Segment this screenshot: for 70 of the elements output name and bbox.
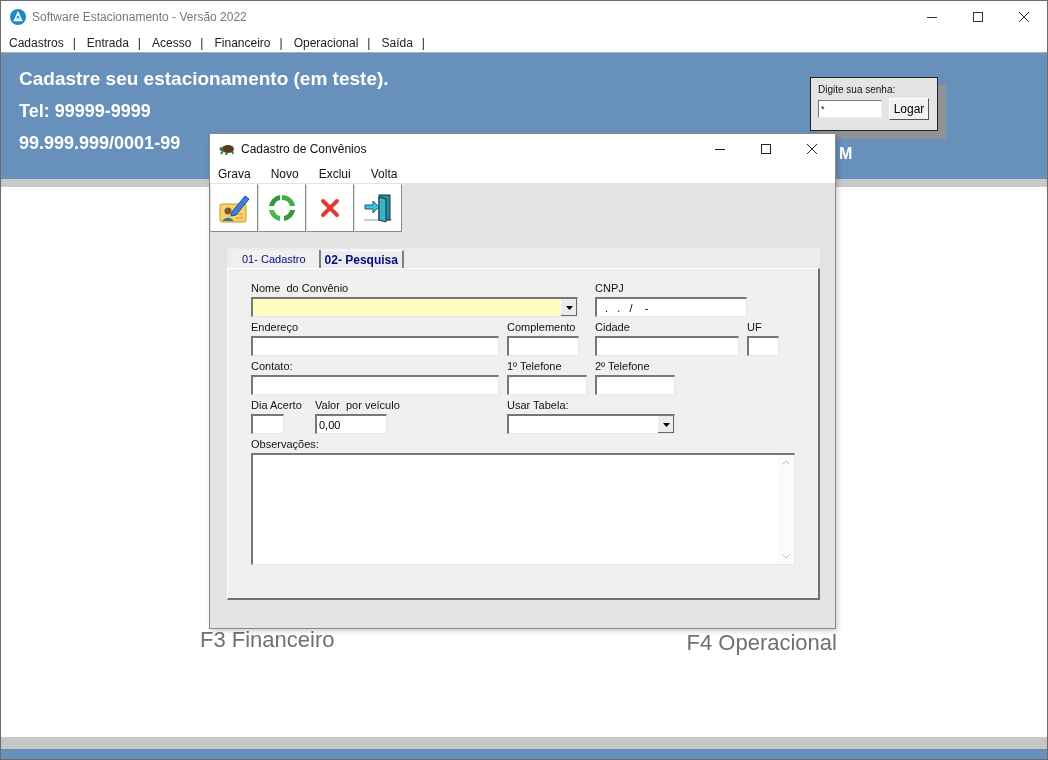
menu-separator: | — [278, 35, 284, 50]
menu-separator: | — [366, 35, 372, 50]
field-label: Nome do Convênio — [251, 281, 349, 295]
text-field[interactable]: . . / - — [595, 297, 747, 317]
caret-icon — [565, 305, 573, 310]
text-field[interactable] — [595, 375, 675, 395]
menu-item[interactable]: Entrada — [86, 35, 129, 50]
text-field[interactable] — [251, 375, 499, 395]
field-label: Endereço — [251, 320, 299, 334]
text-field[interactable] — [747, 336, 779, 356]
field-label: Complemento — [507, 320, 576, 334]
toolbar-button[interactable] — [306, 184, 354, 232]
text-field[interactable] — [507, 336, 579, 356]
text-field[interactable] — [595, 336, 739, 356]
close-icon — [807, 144, 817, 154]
field-label: 2º Telefone — [595, 359, 650, 373]
dialog-title: Cadastro de Convênios — [241, 142, 367, 156]
menu-item[interactable]: Operacional — [293, 35, 359, 50]
dropdown-field[interactable] — [251, 297, 578, 317]
scroll-up-icon — [782, 460, 790, 465]
maximize-icon — [761, 144, 771, 154]
menu-item[interactable]: Volta — [370, 166, 398, 181]
menu-item[interactable]: Novo — [270, 166, 299, 181]
text-field[interactable] — [251, 336, 499, 356]
field-label: Dia Acerto — [251, 398, 302, 412]
password-field[interactable]: * — [818, 100, 882, 118]
door-exit-icon — [362, 192, 394, 224]
field-label: Contato: — [251, 359, 293, 373]
menu-item[interactable]: Financeiro — [214, 35, 271, 50]
login-button[interactable]: Logar — [889, 98, 929, 120]
text-field[interactable]: 0,00 — [315, 414, 387, 434]
field-label: Cidade — [595, 320, 630, 334]
field-label: Observações: — [251, 437, 319, 451]
menu-item[interactable]: Saída — [381, 35, 413, 50]
scroll-down-icon — [782, 554, 790, 559]
menu-item[interactable]: Exclui — [318, 166, 351, 181]
header-text: M — [839, 145, 853, 163]
menu-item[interactable]: Grava — [218, 166, 251, 181]
field-label: Usar Tabela: — [507, 398, 569, 412]
app-logo-icon — [10, 9, 26, 25]
menu-separator: | — [420, 35, 426, 50]
text-area[interactable] — [251, 453, 795, 565]
field-label: Valor por veículo — [315, 398, 400, 412]
header-text: Tel: 99999-9999 — [19, 100, 151, 123]
text-field[interactable] — [507, 375, 587, 395]
menu-separator: | — [199, 35, 205, 50]
toolbar-button[interactable] — [258, 184, 306, 232]
window-title: Software Estacionamento - Versão 2022 — [32, 10, 247, 24]
toolbar-button[interactable] — [354, 184, 402, 232]
header-text: Cadastre seu estacionamento (em teste). — [19, 67, 389, 91]
menu-item[interactable]: Cadastros — [9, 35, 64, 50]
menu-separator: | — [71, 35, 77, 50]
tab[interactable]: 01- Cadastro — [231, 250, 321, 268]
text-field[interactable] — [251, 414, 284, 434]
toolbar-button[interactable] — [210, 184, 258, 232]
maximize-icon — [973, 12, 983, 22]
close-icon — [1019, 12, 1029, 22]
turtle-icon — [219, 143, 235, 155]
field-label: CNPJ — [595, 281, 624, 295]
field-label: 1º Telefone — [507, 359, 562, 373]
scrollbar[interactable] — [778, 455, 794, 564]
field-label: UF — [747, 320, 762, 334]
dropdown-field[interactable] — [507, 414, 675, 434]
header-text: 99.999.999/0001-99 — [19, 132, 181, 155]
shortcut-label[interactable]: F3 Financeiro — [200, 627, 335, 653]
caret-icon — [662, 422, 670, 427]
shortcut-label[interactable]: F4 Operacional — [686, 630, 837, 656]
menu-item[interactable]: Acesso — [152, 35, 192, 50]
password-label: Digite sua senha: — [818, 84, 897, 95]
menu-separator: | — [136, 35, 142, 50]
